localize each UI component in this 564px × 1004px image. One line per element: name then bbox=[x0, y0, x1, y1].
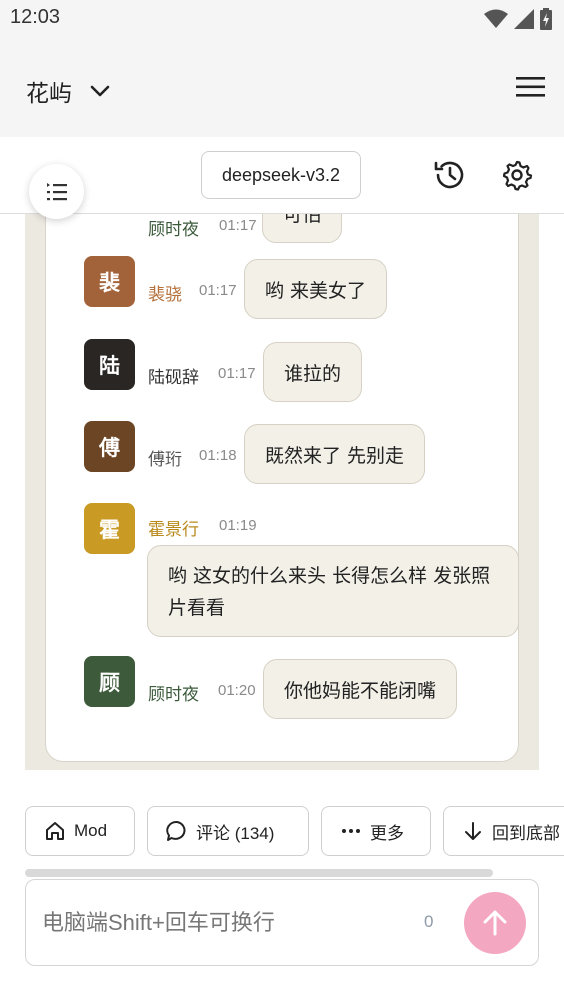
avatar[interactable]: 顾 bbox=[84, 656, 135, 707]
history-icon bbox=[434, 161, 464, 189]
signal-icon bbox=[514, 9, 534, 29]
arrow-down-icon bbox=[465, 822, 481, 840]
avatar[interactable]: 傅 bbox=[84, 421, 135, 472]
status-icons bbox=[484, 8, 552, 30]
mod-button-label: Mod bbox=[74, 821, 108, 840]
char-count: 0 bbox=[424, 912, 434, 931]
history-button[interactable] bbox=[432, 157, 468, 193]
sender-name: 霍景行 bbox=[148, 520, 199, 540]
message-composer: 0 bbox=[25, 879, 539, 966]
list-icon bbox=[46, 182, 67, 200]
message-bubble: 哟 这女的什么来头 长得怎么样 发张照片看看 bbox=[147, 545, 519, 637]
message-time: 01:19 bbox=[219, 517, 257, 534]
message-bubble: 谁拉的 bbox=[263, 342, 363, 402]
message-time: 01:17 bbox=[219, 217, 257, 234]
more-button-label: 更多 bbox=[370, 823, 404, 843]
comments-button[interactable]: 评论 (134) bbox=[147, 806, 309, 856]
sender-name: 裴骁 bbox=[148, 285, 182, 305]
action-bar: Mod 评论 (134) 更多 回到底部 bbox=[0, 806, 564, 858]
home-icon bbox=[46, 822, 64, 840]
scroll-to-bottom-label: 回到底部 bbox=[492, 823, 560, 843]
status-time: 12:03 bbox=[10, 6, 61, 28]
message-bubble: 你他妈能不能闭嘴 bbox=[263, 659, 458, 719]
battery-icon bbox=[540, 8, 552, 30]
top-bar: 花屿 bbox=[0, 40, 564, 137]
chevron-down-icon bbox=[90, 85, 110, 97]
menu-button[interactable] bbox=[516, 74, 546, 100]
sender-name: 顾时夜 bbox=[148, 220, 199, 240]
settings-button[interactable] bbox=[499, 157, 535, 193]
sender-name: 陆砚辞 bbox=[148, 368, 199, 388]
sender-name: 傅珩 bbox=[148, 450, 182, 470]
model-selector-button[interactable]: deepseek-v3.2 bbox=[201, 151, 361, 199]
avatar[interactable]: 裴 bbox=[84, 256, 135, 307]
message-bubble: 哟 来美女了 bbox=[244, 259, 388, 319]
message-input[interactable] bbox=[40, 902, 404, 944]
horizontal-scrollbar[interactable] bbox=[25, 869, 493, 877]
more-button[interactable]: 更多 bbox=[321, 806, 431, 856]
wifi-icon bbox=[484, 9, 508, 28]
avatar[interactable]: 霍 bbox=[84, 503, 135, 554]
chat-title: 花屿 bbox=[26, 81, 72, 107]
model-toolbar: deepseek-v3.2 bbox=[0, 137, 564, 214]
hamburger-icon bbox=[516, 77, 545, 97]
send-button[interactable] bbox=[464, 892, 526, 954]
chat-area[interactable]: 顾 顾时夜 01:17 可怕 裴 裴骁 01:17 哟 来美女了 陆 陆砚辞 0… bbox=[25, 214, 539, 770]
message-time: 01:17 bbox=[199, 282, 237, 299]
message-time: 01:20 bbox=[218, 682, 256, 699]
mod-button[interactable]: Mod bbox=[25, 806, 135, 856]
avatar[interactable]: 陆 bbox=[84, 339, 135, 390]
group-chat-card: 顾 顾时夜 01:17 可怕 裴 裴骁 01:17 哟 来美女了 陆 陆砚辞 0… bbox=[45, 214, 519, 762]
message-time: 01:17 bbox=[218, 365, 256, 382]
comments-button-label: 评论 (134) bbox=[196, 823, 275, 843]
message-bubble: 既然来了 先别走 bbox=[244, 424, 426, 484]
gear-icon bbox=[502, 160, 533, 191]
sender-name: 顾时夜 bbox=[148, 685, 199, 705]
status-bar: 12:03 bbox=[0, 0, 564, 40]
chat-title-dropdown[interactable]: 花屿 bbox=[26, 74, 110, 108]
message-time: 01:18 bbox=[199, 447, 237, 464]
message-bubble: 可怕 bbox=[262, 214, 343, 243]
more-icon bbox=[342, 829, 360, 833]
comment-icon bbox=[166, 820, 186, 841]
scroll-to-bottom-button[interactable]: 回到底部 bbox=[443, 806, 564, 856]
toc-button[interactable] bbox=[29, 164, 84, 219]
arrow-up-icon bbox=[483, 910, 507, 936]
